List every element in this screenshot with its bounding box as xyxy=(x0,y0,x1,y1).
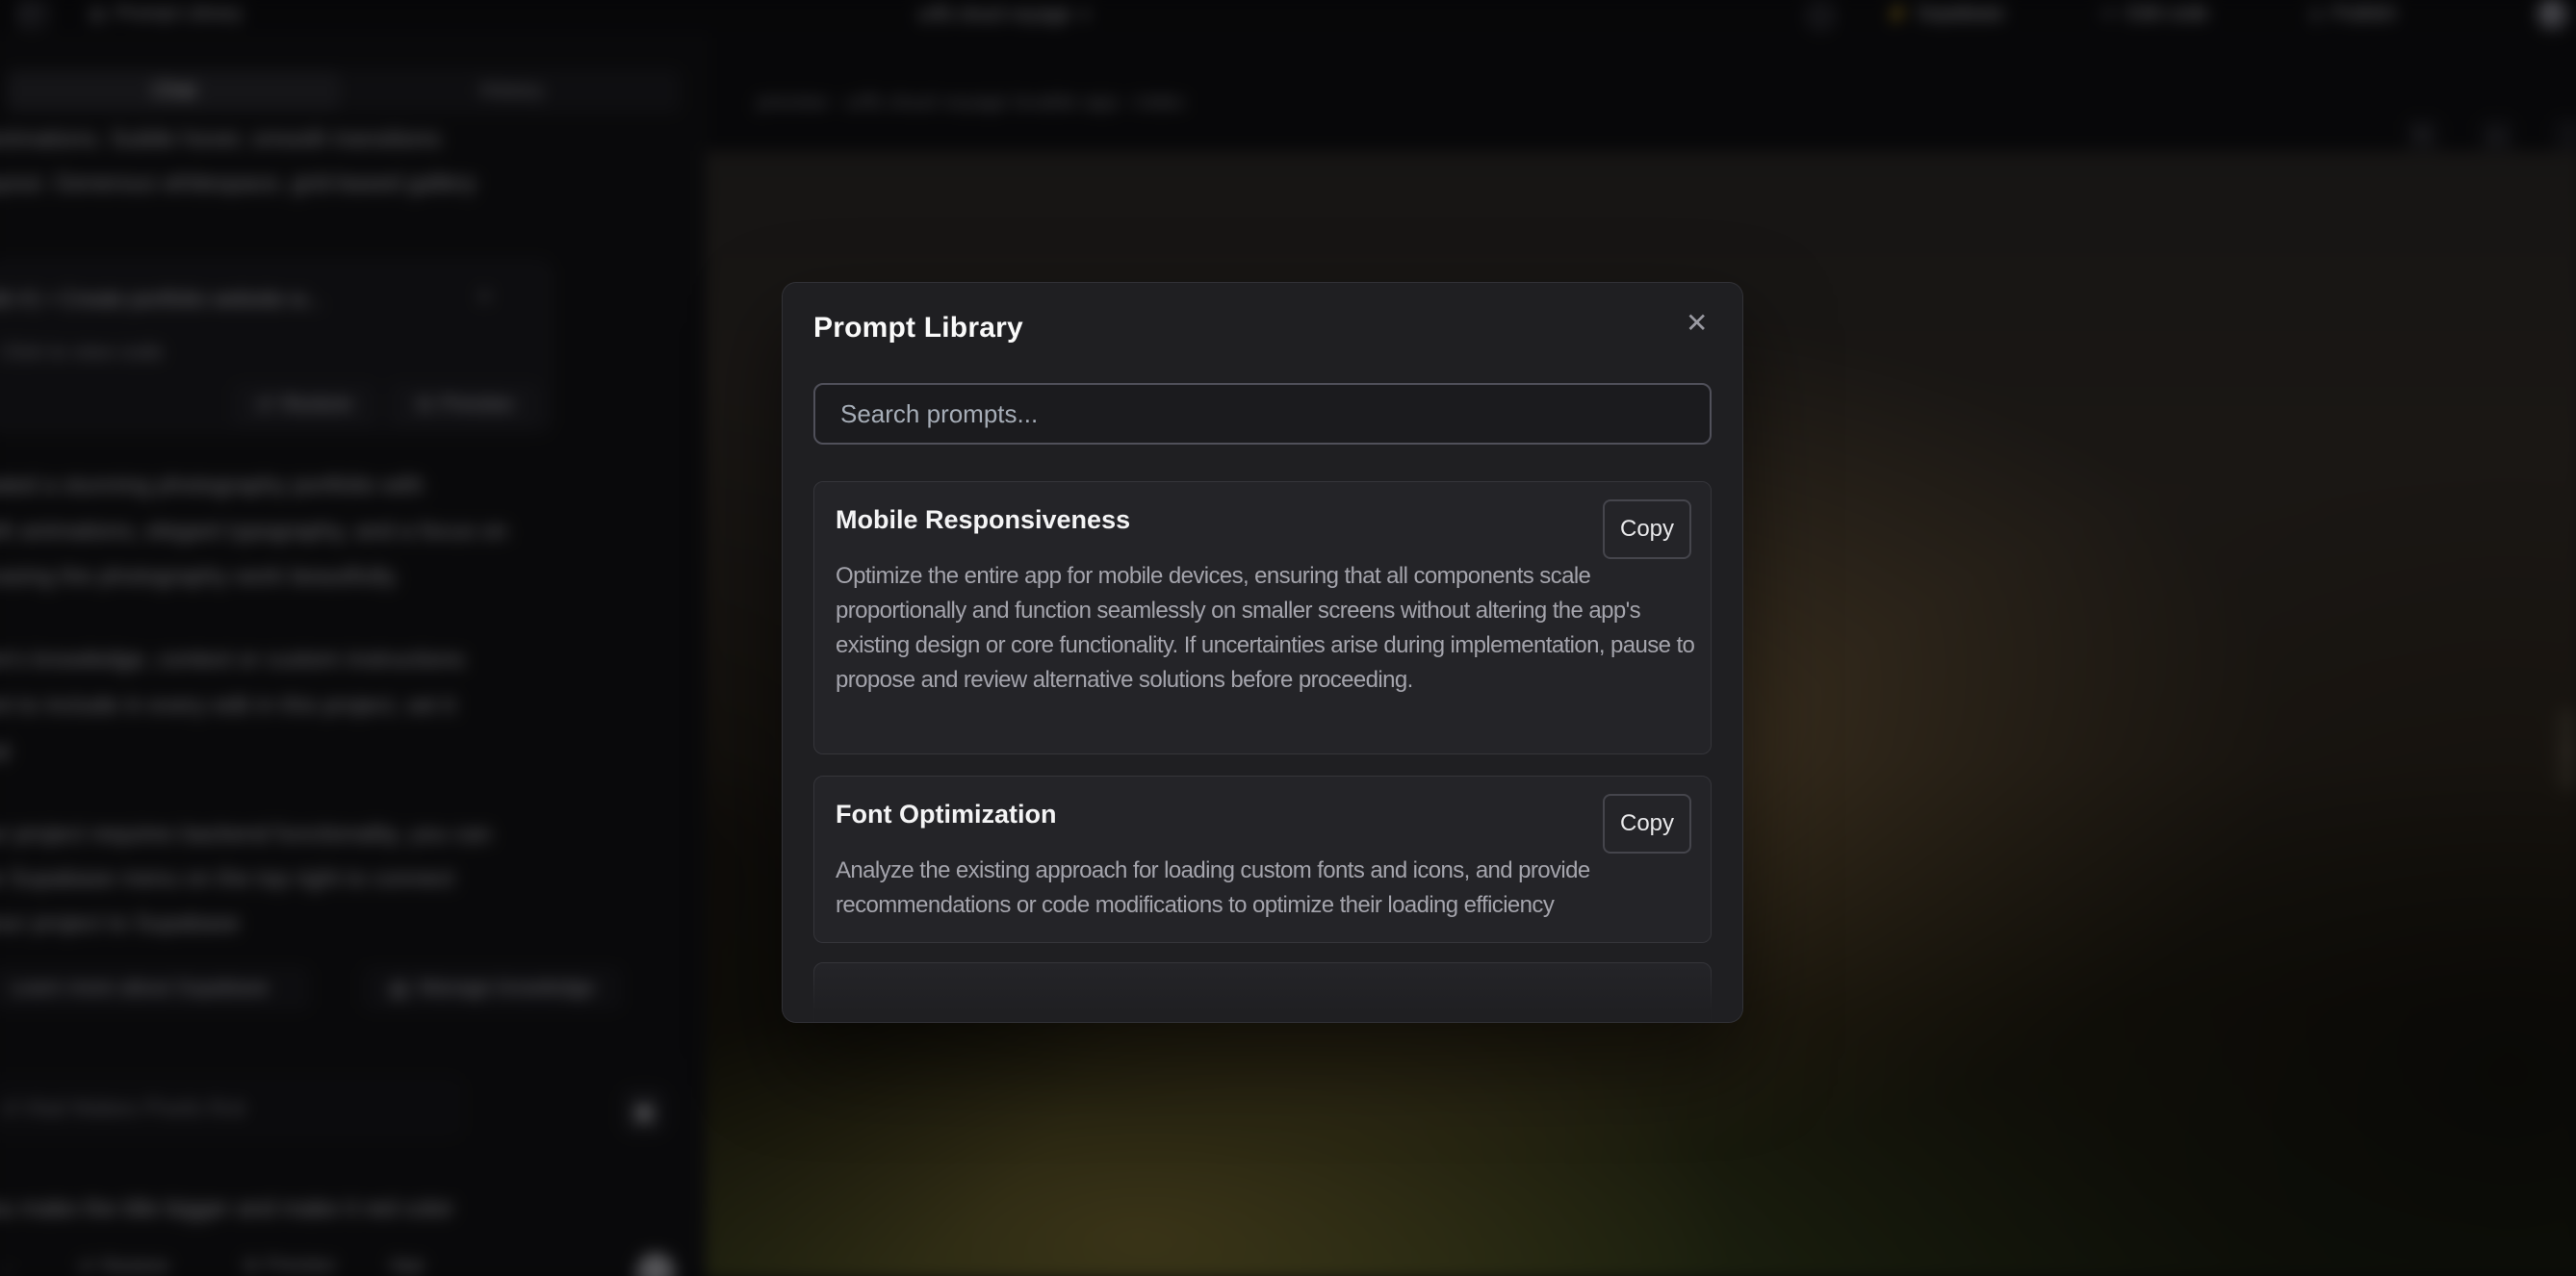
copy-button[interactable]: Copy xyxy=(1603,499,1691,559)
prompt-description: Analyze the existing approach for loadin… xyxy=(836,854,1707,923)
close-icon[interactable]: ✕ xyxy=(1686,310,1708,337)
prompt-card-mobile-responsiveness[interactable]: Mobile Responsiveness Copy Optimize the … xyxy=(813,481,1712,754)
screen: ▤ Prompt Library urfb cloud voyage ▾ ⚡ S… xyxy=(0,0,2576,1276)
prompt-card-font-optimization[interactable]: Font Optimization Copy Analyze the exist… xyxy=(813,776,1712,943)
prompt-description: Optimize the entire app for mobile devic… xyxy=(836,559,1707,698)
modal-bottom-fade xyxy=(783,964,1742,1022)
prompt-library-modal: Prompt Library ✕ Mobile Responsiveness C… xyxy=(783,283,1742,1022)
prompt-title: Font Optimization xyxy=(836,800,1056,829)
modal-title: Prompt Library xyxy=(813,312,1023,345)
prompt-title: Mobile Responsiveness xyxy=(836,505,1130,535)
copy-button[interactable]: Copy xyxy=(1603,794,1691,854)
search-prompts-input[interactable] xyxy=(813,383,1712,445)
